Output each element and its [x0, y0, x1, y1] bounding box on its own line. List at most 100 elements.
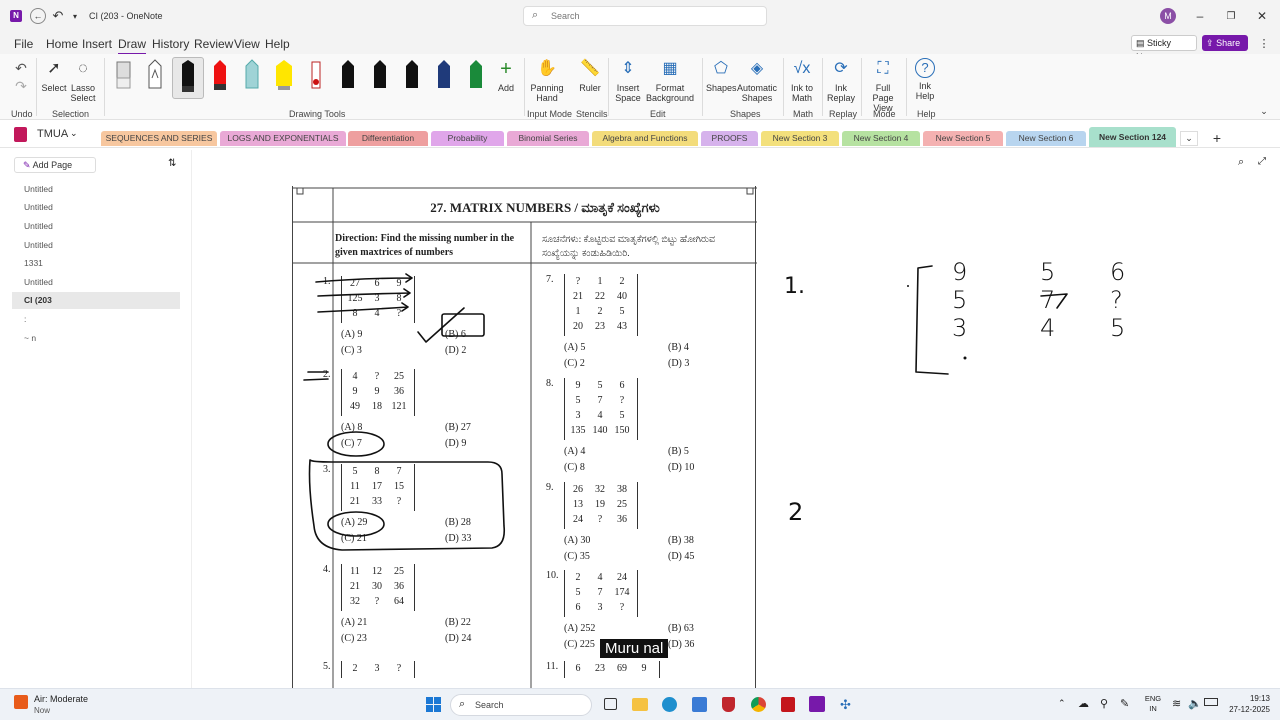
title-bar: N ← ↶ ▾ CI (203 - OneNote ⌕ Search M – ❐… [0, 0, 1280, 32]
note-canvas[interactable]: ⌕ ⤢ 27. MATRIX NUMBERS / ಮಾತೃಕೆ ಸಂಖ್ಯೆಗಳ… [192, 150, 1280, 690]
notebook-name[interactable]: TMUA [37, 128, 68, 140]
more-options-icon[interactable]: ⋮ [1256, 36, 1272, 50]
search-box[interactable]: ⌕ Search [523, 6, 767, 26]
clock[interactable]: 19:13 27-12-2025 [1222, 693, 1270, 715]
share-button[interactable]: ⇪ Share [1202, 35, 1248, 51]
section-tab-new-5[interactable]: New Section 5 [923, 131, 1003, 146]
shapes-button[interactable]: ⬠ Shapes [706, 58, 737, 94]
automatic-shapes-button[interactable]: ◈ Automatic Shapes [737, 58, 777, 104]
ink-replay-button[interactable]: ⟳ Ink Replay [826, 58, 856, 104]
add-section-icon[interactable]: + [1208, 130, 1226, 146]
section-tab-algebra[interactable]: Algebra and Functions [592, 131, 698, 146]
ink-to-math-button[interactable]: √x Ink to Math [786, 58, 818, 104]
menu-history[interactable]: History [152, 37, 189, 51]
add-page-button[interactable]: ✎ Add Page [14, 157, 96, 173]
menu-home[interactable]: Home [46, 37, 78, 51]
shield-app-icon[interactable] [722, 697, 735, 712]
insert-space-button[interactable]: ⇕ Insert Space [613, 58, 643, 104]
section-tab-new-3[interactable]: New Section 3 [761, 131, 839, 146]
section-tab-logs[interactable]: LOGS AND EXPONENTIALS [220, 131, 346, 146]
store-icon[interactable] [692, 697, 707, 712]
section-tab-sequences[interactable]: SEQUENCES AND SERIES [101, 131, 217, 146]
expand-icon[interactable]: ⤢ [1258, 156, 1266, 167]
menu-view[interactable]: View [234, 37, 260, 51]
section-tab-probability[interactable]: Probability [431, 131, 504, 146]
page-item[interactable]: Untitled [24, 240, 53, 250]
start-button[interactable] [426, 697, 441, 712]
volume-icon[interactable]: 🔈 [1188, 697, 1202, 710]
tray-usb-icon[interactable]: ⚲ [1100, 697, 1108, 710]
full-page-view-button[interactable]: ⛶ Full Page View [864, 58, 902, 114]
sort-pages-icon[interactable]: ⇅ [168, 158, 176, 169]
ink-help-button[interactable]: ? Ink Help [910, 58, 940, 101]
teal-pencil-tool[interactable] [240, 58, 264, 94]
weather-widget[interactable]: Air: Moderate Now [12, 693, 132, 717]
edge-icon[interactable] [662, 697, 677, 712]
eraser-tool[interactable] [112, 58, 136, 94]
acrobat-icon[interactable] [781, 697, 795, 712]
red-pen-tool[interactable] [208, 58, 232, 94]
section-tab-new-124[interactable]: New Section 124 [1089, 127, 1176, 147]
restore-icon[interactable]: ❐ [1221, 8, 1241, 24]
page-item[interactable]: : [24, 314, 26, 324]
page-item[interactable]: 1331 [24, 258, 43, 268]
format-background-button[interactable]: ▦ Format Background [645, 58, 695, 104]
tray-app-icon[interactable]: ☁ [1078, 697, 1089, 710]
redo-icon[interactable]: ↷ [12, 78, 30, 94]
section-tab-new-6[interactable]: New Section 6 [1006, 131, 1086, 146]
menu-file[interactable]: File [14, 37, 33, 51]
yellow-highlighter-tool[interactable] [272, 58, 296, 94]
panning-hand-button[interactable]: ✋ Panning Hand [529, 58, 565, 104]
zoom-search-icon[interactable]: ⌕ [1238, 156, 1244, 169]
menu-help[interactable]: Help [265, 37, 290, 51]
undo-quick-icon[interactable]: ↶ [50, 8, 66, 24]
green-pen-tool[interactable] [464, 58, 488, 94]
minimize-icon[interactable]: – [1190, 8, 1210, 24]
menu-review[interactable]: Review [194, 37, 233, 51]
black-pen-tool-3[interactable] [368, 58, 392, 94]
section-tab-differentiation[interactable]: Differentiation [348, 131, 428, 146]
taskbar-search-box[interactable]: ⌕ Search [450, 694, 592, 716]
black-pen-tool-2[interactable] [336, 58, 360, 94]
add-pen-button[interactable]: + Add [494, 58, 518, 93]
navy-pen-tool[interactable] [432, 58, 456, 94]
menu-draw[interactable]: Draw [118, 37, 147, 55]
tray-chevron-icon[interactable]: ⌃ [1058, 698, 1066, 709]
chrome-icon[interactable] [751, 697, 766, 712]
onenote-taskbar-icon[interactable] [809, 696, 825, 712]
page-item[interactable]: Untitled [24, 221, 53, 231]
ruler-button[interactable]: 📏 Ruler [576, 58, 604, 94]
tray-pen-icon[interactable]: ✎ [1120, 697, 1129, 710]
red-marker-tool[interactable] [304, 58, 328, 94]
black-pen-tool-4[interactable] [400, 58, 424, 94]
sections-dropdown-icon[interactable]: ⌄ [1180, 131, 1198, 146]
language-indicator[interactable]: ENG IN [1140, 694, 1166, 714]
sticky-notes-button[interactable]: ▤ Sticky Notes [1131, 35, 1197, 62]
page-item-selected[interactable]: CI (203 [12, 292, 180, 309]
page-item[interactable]: Untitled [24, 202, 53, 212]
black-pen-tool-selected[interactable] [172, 57, 204, 99]
section-tab-binomial[interactable]: Binomial Series [507, 131, 589, 146]
back-icon[interactable]: ← [30, 8, 46, 24]
pencil-tool[interactable] [143, 58, 167, 94]
close-icon[interactable]: ✕ [1252, 8, 1272, 24]
select-button[interactable]: ➚ Select [40, 58, 68, 94]
page-item[interactable]: Untitled [24, 277, 53, 287]
collapse-ribbon-icon[interactable]: ⌄ [1258, 106, 1270, 116]
section-tab-new-4[interactable]: New Section 4 [842, 131, 920, 146]
notebook-dropdown-icon[interactable]: ⌄ [70, 128, 78, 139]
lasso-select-button[interactable]: ◌ Lasso Select [69, 58, 97, 104]
undo-icon[interactable]: ↶ [12, 60, 30, 76]
battery-icon[interactable] [1204, 698, 1218, 706]
page-item[interactable]: Untitled [24, 184, 53, 194]
wifi-icon[interactable]: ≋ [1172, 697, 1181, 710]
file-explorer-icon[interactable] [632, 698, 648, 711]
section-tab-proofs[interactable]: PROOFS [701, 131, 758, 146]
avatar[interactable]: M [1160, 8, 1176, 24]
task-view-icon[interactable] [604, 698, 617, 710]
quick-access-dropdown-icon[interactable]: ▾ [70, 8, 80, 24]
menu-bar: File Home Insert Draw History Review Vie… [0, 32, 1280, 62]
menu-insert[interactable]: Insert [82, 37, 112, 51]
app-icon[interactable]: ✣ [840, 697, 854, 712]
page-item[interactable]: ~ n [24, 333, 36, 343]
